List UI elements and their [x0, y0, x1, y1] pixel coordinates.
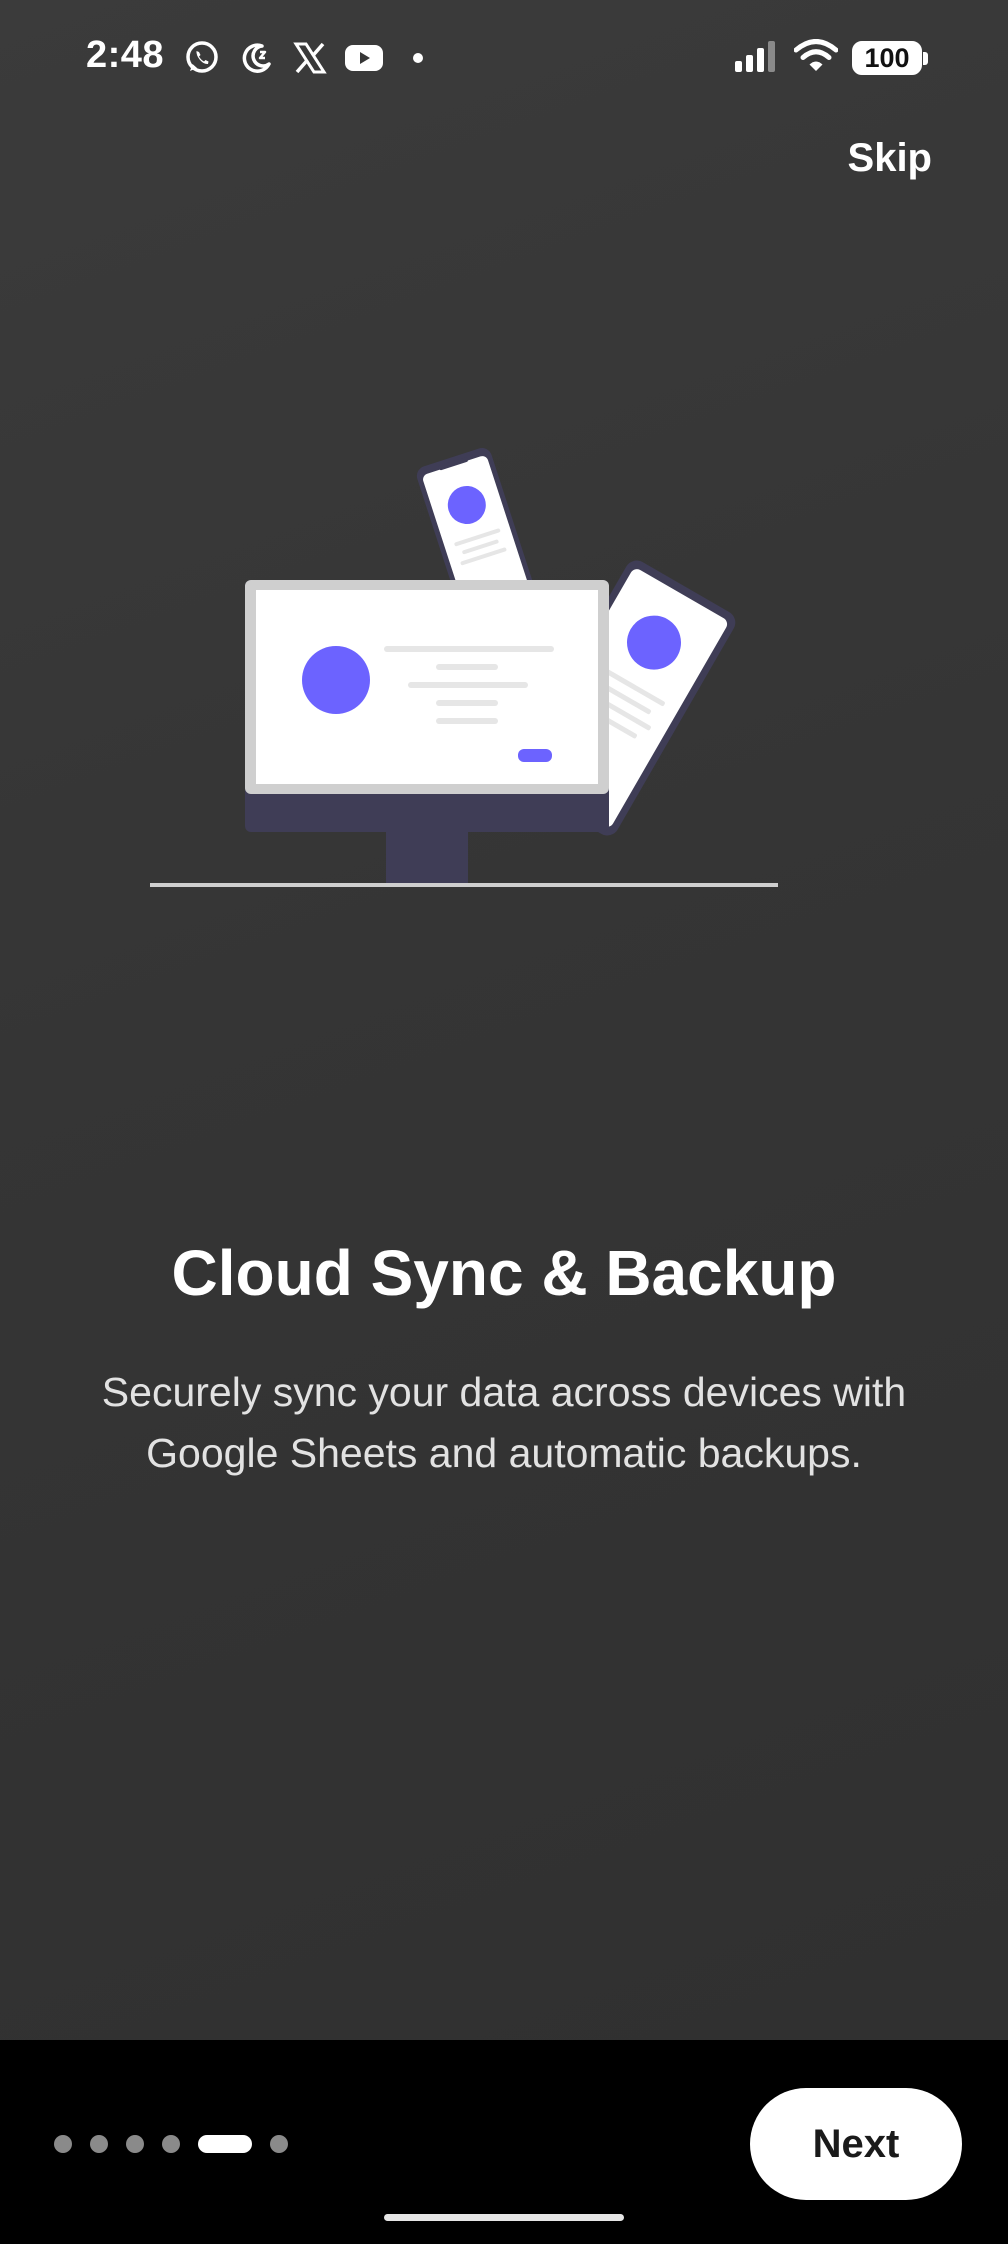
next-button[interactable]: Next	[750, 2088, 962, 2200]
youtube-icon	[344, 38, 384, 78]
notification-icons	[182, 36, 438, 80]
wifi-icon	[793, 38, 839, 78]
monitor-illustration	[245, 580, 609, 884]
status-bar: 2:48 100	[0, 0, 1008, 120]
page-indicator	[54, 2134, 288, 2154]
page-dot	[162, 2135, 180, 2153]
devices-illustration	[150, 440, 790, 900]
battery-indicator: 100	[852, 41, 928, 75]
whatsapp-icon	[182, 38, 222, 78]
page-dot	[90, 2135, 108, 2153]
moon-icon	[236, 38, 276, 78]
onboarding-description: Securely sync your data across devices w…	[101, 1369, 907, 1476]
onboarding-screen: 2:48 100 Skip Cloud Sync & Backup Secure…	[0, 0, 1008, 2040]
page-dot	[54, 2135, 72, 2153]
onboarding-title: Cloud Sync & Backup	[171, 1237, 837, 1309]
status-time: 2:48	[86, 34, 165, 76]
signal-icon	[734, 39, 780, 78]
x-icon	[290, 38, 330, 78]
page-dot	[270, 2135, 288, 2153]
home-indicator[interactable]	[384, 2214, 624, 2221]
system-icons: 100	[734, 36, 928, 80]
page-dot	[126, 2135, 144, 2153]
skip-button[interactable]: Skip	[848, 136, 932, 181]
dot-icon	[398, 38, 438, 78]
page-dot-active	[198, 2135, 252, 2153]
